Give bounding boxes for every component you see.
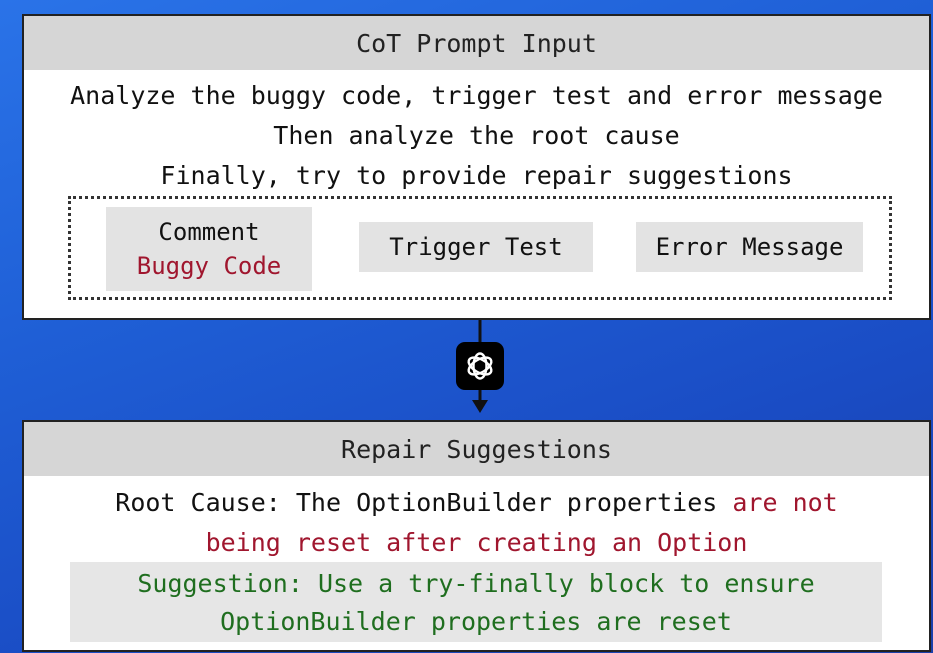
- cot-prompt-input-panel: CoT Prompt Input Analyze the buggy code,…: [22, 14, 931, 320]
- suggestion-line-2: OptionBuilder properties are reset: [220, 607, 732, 636]
- root-cause-line-2: being reset after creating an Option: [205, 528, 748, 557]
- root-cause-prefix: Root Cause: The OptionBuilder properties: [115, 488, 733, 517]
- suggestion-line-1: Suggestion: Use a try-finally block to e…: [137, 569, 815, 598]
- root-cause-line-1: Root Cause: The OptionBuilder properties…: [24, 483, 929, 523]
- error-message-chip: Error Message: [636, 222, 863, 272]
- buggy-code-label: Buggy Code: [136, 252, 282, 280]
- inputs-dashed-box: Comment Buggy Code Trigger Test Error Me…: [68, 196, 892, 300]
- openai-logo-icon: [456, 342, 504, 390]
- suggestion-box: Suggestion: Use a try-finally block to e…: [70, 562, 882, 642]
- comment-buggy-code-chip: Comment Buggy Code: [106, 207, 312, 291]
- cot-prompt-input-title: CoT Prompt Input: [24, 16, 929, 70]
- instruction-line-2: Then analyze the root cause: [273, 121, 680, 150]
- instruction-line-3: Finally, try to provide repair suggestio…: [160, 161, 793, 190]
- instruction-line-1: Analyze the buggy code, trigger test and…: [70, 81, 883, 110]
- repair-suggestions-panel: Repair Suggestions Root Cause: The Optio…: [22, 420, 931, 652]
- connector-arrow: [456, 320, 504, 413]
- comment-label: Comment: [158, 218, 260, 246]
- trigger-test-chip: Trigger Test: [359, 222, 593, 272]
- repair-suggestions-title: Repair Suggestions: [24, 422, 929, 476]
- root-cause-highlight-1: are not: [732, 488, 838, 517]
